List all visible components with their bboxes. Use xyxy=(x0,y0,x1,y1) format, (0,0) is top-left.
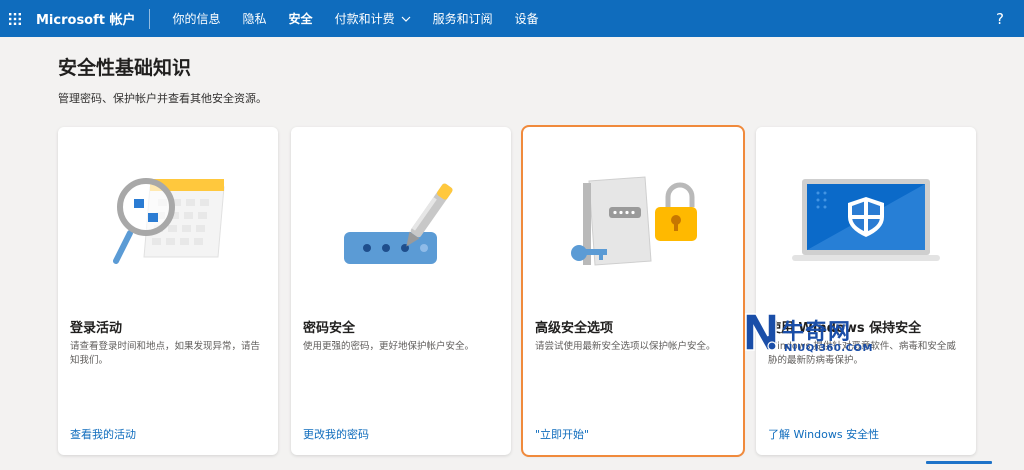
page-subtitle: 管理密码、保护帐户并查看其他安全资源。 xyxy=(58,92,267,105)
card-title: 登录活动 xyxy=(70,321,123,336)
password-pen-illustration xyxy=(344,183,453,264)
security-lock-illustration xyxy=(571,176,697,266)
learn-windows-security-link[interactable]: 了解 Windows 安全性 xyxy=(768,426,879,442)
header-divider xyxy=(148,8,150,29)
card-title: 密码安全 xyxy=(303,321,356,336)
magnifier-calendar-illustration xyxy=(113,178,225,264)
help-icon[interactable]: ? xyxy=(996,0,1004,37)
card-advanced-security-options: 高级安全选项 请尝试使用最新安全选项以保护帐户安全。 "立即开始" xyxy=(521,125,745,457)
card-password-security: 密码安全 使用更强的密码，更好地保护帐户安全。 更改我的密码 xyxy=(291,127,511,455)
get-started-link[interactable]: "立即开始" xyxy=(535,426,589,442)
nav-your-info[interactable]: 你的信息 xyxy=(162,0,232,37)
nav-services-subscriptions[interactable]: 服务和订阅 xyxy=(422,0,504,37)
change-my-password-link[interactable]: 更改我的密码 xyxy=(303,426,369,442)
card-title: 高级安全选项 xyxy=(535,321,614,336)
nav-payment-billing-label: 付款和计费 xyxy=(334,12,395,26)
card-description: 请尝试使用最新安全选项以保护帐户安全。 xyxy=(535,341,716,352)
windows-shield-laptop-illustration xyxy=(792,179,940,261)
nav-privacy[interactable]: 隐私 xyxy=(232,0,278,37)
app-launcher-icon[interactable] xyxy=(2,0,28,37)
horizontal-scrollbar[interactable] xyxy=(926,461,992,464)
brand-link[interactable]: Microsoft 帐户 xyxy=(36,9,136,28)
view-my-activity-link[interactable]: 查看我的活动 xyxy=(70,426,136,442)
nav-payment-billing[interactable]: 付款和计费 xyxy=(324,0,422,37)
main-nav: 你的信息 隐私 安全 付款和计费 服务和订阅 设备 xyxy=(162,0,550,37)
nav-security[interactable]: 安全 xyxy=(278,0,324,37)
card-description: 请查看登录时间和地点，如果发现异常，请告知我们。 xyxy=(70,341,261,366)
watermark-text: 牛奇网 xyxy=(782,320,852,345)
watermark-url: NIUQI360.COM xyxy=(784,343,873,354)
page-title: 安全性基础知识 xyxy=(58,57,192,79)
watermark: 牛奇网 NIUQI360.COM xyxy=(742,306,902,364)
chevron-down-icon xyxy=(401,16,411,22)
nav-devices[interactable]: 设备 xyxy=(504,0,550,37)
watermark-logo-icon xyxy=(745,313,777,351)
card-sign-in-activity: 登录活动 请查看登录时间和地点，如果发现异常，请告知我们。 查看我的活动 xyxy=(58,127,278,455)
card-description: 使用更强的密码，更好地保护帐户安全。 xyxy=(303,341,475,352)
top-navigation-bar: Microsoft 帐户 你的信息 隐私 安全 付款和计费 服务和订阅 设备 ? xyxy=(0,0,1024,37)
card-windows-security: 使用 Windows 保持安全 Windows 提供针对恶意软件、病毒和安全威胁… xyxy=(756,127,976,455)
